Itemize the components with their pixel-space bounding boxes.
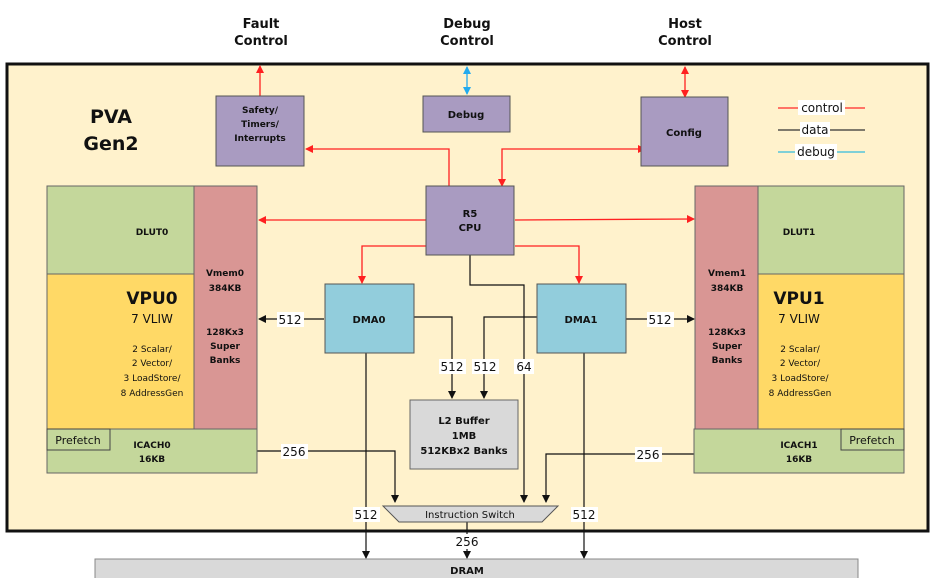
vmem1-block — [694, 185, 759, 430]
safety-label-1: Safety/ — [242, 106, 279, 116]
debug-block-label: Debug — [448, 110, 485, 121]
vpu1-unit-4: 8 AddressGen — [769, 389, 832, 399]
prefetch1-label: Prefetch — [849, 434, 894, 447]
bus-dma0-vmem0: 512 — [279, 313, 302, 327]
dlut0-block — [46, 185, 195, 275]
cpu-block — [425, 185, 515, 256]
legend-control-label: control — [801, 101, 843, 115]
icache0-label-2: 16KB — [139, 455, 165, 465]
legend-data-label: data — [801, 123, 828, 137]
vmem0-label-2: 384KB — [209, 284, 242, 294]
vpu0-unit-1: 2 Scalar/ — [132, 345, 172, 355]
vpu1-unit-2: 2 Vector/ — [780, 359, 821, 369]
dlut0-label: DLUT0 — [136, 228, 169, 238]
pva-block-diagram: Fault Control Debug Control Host Control… — [5, 17, 930, 578]
icache0-label-1: ICACH0 — [133, 441, 170, 451]
cpu-label-2: CPU — [459, 223, 482, 234]
bus-icache1-switch: 256 — [637, 448, 660, 462]
instruction-switch-label: Instruction Switch — [425, 510, 515, 521]
vmem1-label-5: Banks — [712, 356, 743, 366]
vmem0-label-5: Banks — [210, 356, 241, 366]
bus-dma0-dram: 512 — [355, 508, 378, 522]
vmem0-label-1: Vmem0 — [206, 269, 244, 279]
vmem1-label-4: Super — [712, 342, 742, 352]
cpu-label-1: R5 — [463, 209, 478, 220]
debug-control-label-2: Control — [440, 34, 494, 49]
vpu0-unit-2: 2 Vector/ — [132, 359, 173, 369]
vpu0-name: VPU0 — [126, 289, 177, 309]
config-block-label: Config — [666, 128, 702, 139]
pva-title-gen: Gen2 — [83, 133, 138, 155]
l2-label-1: L2 Buffer — [438, 416, 489, 427]
fault-control-label-2: Control — [234, 34, 288, 49]
legend-debug-label: debug — [797, 145, 835, 159]
host-control-label-2: Control — [658, 34, 712, 49]
icache1-label-1: ICACH1 — [780, 441, 817, 451]
pva-title: PVA — [90, 106, 132, 128]
debug-control-label: Debug — [443, 17, 490, 32]
vmem0-block — [193, 185, 258, 430]
vmem0-label-4: Super — [210, 342, 240, 352]
l2-label-3: 512KBx2 Banks — [420, 446, 507, 457]
bus-dma1-vmem1: 512 — [649, 313, 672, 327]
bus-dma1-dram: 512 — [573, 508, 596, 522]
vpu0-unit-4: 8 AddressGen — [121, 389, 184, 399]
vmem1-label-3: 128Kx3 — [708, 328, 746, 338]
prefetch0-label: Prefetch — [55, 434, 100, 447]
vpu0-cluster: DLUT0 VPU0 7 VLIW 2 Scalar/ 2 Vector/ 3 … — [46, 185, 258, 474]
dma0-label: DMA0 — [353, 315, 386, 326]
vpu0-unit-3: 3 LoadStore/ — [124, 374, 182, 384]
vmem1-label-1: Vmem1 — [708, 269, 746, 279]
vpu1-vliw: 7 VLIW — [778, 312, 820, 326]
bus-dma0-l2: 512 — [441, 360, 464, 374]
l2-label-2: 1MB — [452, 431, 477, 442]
vpu1-unit-3: 3 LoadStore/ — [772, 374, 830, 384]
bus-switch-dram: 256 — [456, 535, 479, 549]
vpu1-unit-1: 2 Scalar/ — [780, 345, 820, 355]
bus-dma1-l2: 512 — [474, 360, 497, 374]
icache1-label-2: 16KB — [786, 455, 812, 465]
dram-label: DRAM — [450, 566, 484, 577]
host-control-label: Host — [668, 17, 702, 32]
vmem0-label-3: 128Kx3 — [206, 328, 244, 338]
bus-cpu-switch: 64 — [516, 360, 531, 374]
dlut1-label: DLUT1 — [783, 228, 816, 238]
dlut1-block — [757, 185, 905, 275]
safety-label-2: Timers/ — [241, 120, 280, 130]
vpu1-cluster: DLUT1 VPU1 7 VLIW 2 Scalar/ 2 Vector/ 3 … — [693, 185, 905, 474]
bus-icache0-switch: 256 — [283, 445, 306, 459]
safety-label-3: Interrupts — [234, 134, 286, 144]
vpu1-name: VPU1 — [773, 289, 824, 309]
vmem1-label-2: 384KB — [711, 284, 744, 294]
vpu0-vliw: 7 VLIW — [131, 312, 173, 326]
dma1-label: DMA1 — [565, 315, 598, 326]
fault-control-label: Fault — [243, 17, 280, 32]
